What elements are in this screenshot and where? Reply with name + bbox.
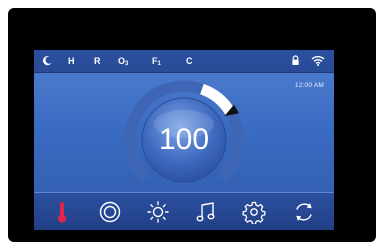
status-indicator-c: C [186,56,193,66]
sun-icon [147,201,169,223]
lock-icon [292,55,299,65]
nav-thermometer-button[interactable] [42,197,82,227]
nav-music-button[interactable] [186,197,226,227]
status-indicator-o3: O3 [118,56,129,67]
wifi-icon [311,56,325,66]
nav-light-button[interactable] [138,197,178,227]
moon-icon [43,56,52,66]
nav-refresh-button[interactable] [284,197,324,227]
gear-icon [242,201,266,224]
nav-target-button[interactable] [90,197,130,227]
clock-time: 12:00 AM [294,82,324,89]
thermometer-icon [57,202,67,223]
status-indicator-f1: F1 [152,56,161,67]
music-note-icon [196,202,215,222]
temperature-value: 100 [158,123,210,156]
refresh-icon [296,203,312,221]
bottom-nav [34,192,334,230]
status-indicator-h: H [68,56,75,66]
status-bar: H R O3 F1 C [34,50,334,73]
nav-settings-button[interactable] [234,197,274,227]
target-icon [99,201,121,223]
status-indicator-r: R [94,56,101,66]
touch-screen: H R O3 F1 C 12:00 AM 100 [34,50,334,230]
